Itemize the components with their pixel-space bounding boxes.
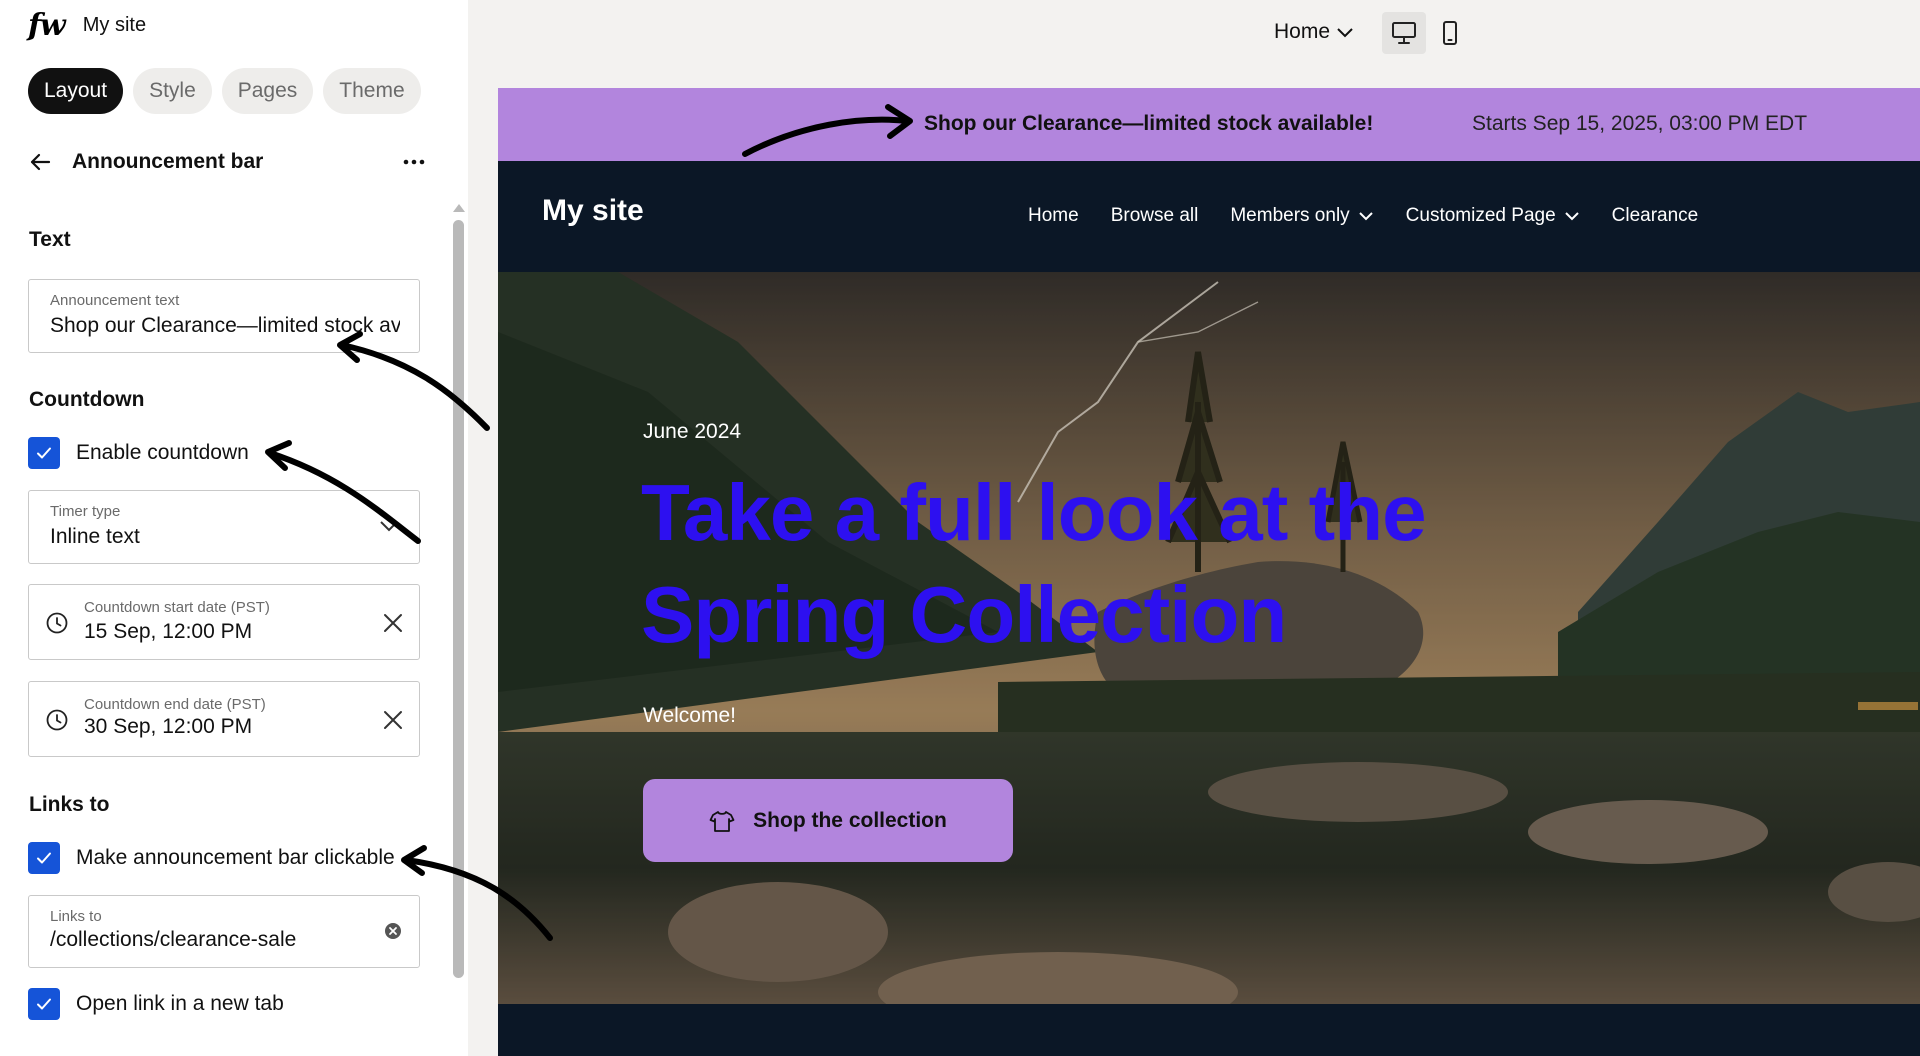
- hero-subtext: Welcome!: [643, 704, 736, 727]
- announcement-text-input[interactable]: Shop our Clearance—limited stock availab…: [50, 314, 400, 338]
- new-tab-row[interactable]: Open link in a new tab: [28, 988, 284, 1020]
- chevron-down-icon: [1337, 28, 1353, 38]
- more-options-icon[interactable]: [400, 148, 428, 176]
- announcement-message: Shop our Clearance—limited stock availab…: [924, 112, 1374, 135]
- chevron-down-icon: [1564, 212, 1579, 221]
- nav-item-customized-page[interactable]: Customized Page: [1406, 205, 1580, 227]
- text-section-title: Text: [29, 228, 71, 251]
- clock-icon: [46, 612, 68, 634]
- announcement-text-label: Announcement text: [50, 292, 180, 309]
- nav-item-clearance[interactable]: Clearance: [1612, 205, 1699, 227]
- timer-type-select[interactable]: Timer type Inline text: [28, 490, 420, 564]
- mobile-icon: [1443, 21, 1457, 45]
- countdown-end-field[interactable]: Countdown end date (PST) 30 Sep, 12:00 P…: [28, 681, 420, 757]
- shop-collection-button[interactable]: Shop the collection: [643, 779, 1013, 862]
- chevron-down-icon: [380, 521, 398, 532]
- tab-layout[interactable]: Layout: [28, 68, 124, 114]
- nav-item-browse-all[interactable]: Browse all: [1111, 205, 1199, 227]
- countdown-end-label: Countdown end date (PST): [84, 696, 266, 713]
- nav-item-label: Clearance: [1611, 205, 1699, 226]
- countdown-start-field[interactable]: Countdown start date (PST) 15 Sep, 12:00…: [28, 584, 420, 660]
- editor-panel: fw My site Layout Style Pages Theme Anno…: [0, 0, 468, 1056]
- page-selector-label: Home: [1274, 20, 1331, 43]
- tab-theme[interactable]: Theme: [323, 68, 421, 114]
- countdown-end-value[interactable]: 30 Sep, 12:00 PM: [84, 715, 252, 739]
- site-logo[interactable]: My site: [542, 194, 644, 228]
- chevron-down-icon: [1358, 212, 1373, 221]
- links-to-input[interactable]: /collections/clearance-sale: [50, 928, 296, 952]
- clickable-checkbox[interactable]: [28, 842, 60, 874]
- countdown-section-title: Countdown: [29, 388, 145, 411]
- nav-item-label: Browse all: [1110, 205, 1199, 226]
- clear-circle-icon[interactable]: [385, 923, 401, 939]
- clear-icon[interactable]: [381, 611, 405, 635]
- checkmark-icon: [37, 998, 51, 1010]
- clickable-row[interactable]: Make announcement bar clickable: [28, 842, 395, 874]
- nav-item-label: Home: [1028, 205, 1079, 226]
- links-to-label: Links to: [50, 908, 102, 925]
- shop-collection-label: Shop the collection: [753, 808, 947, 832]
- site-name[interactable]: My site: [83, 14, 146, 37]
- shirt-icon: [709, 810, 735, 832]
- page-selector[interactable]: Home: [1274, 18, 1354, 46]
- site-preview: Shop our Clearance—limited stock availab…: [498, 88, 1920, 1056]
- section-title: Announcement bar: [72, 150, 264, 173]
- new-tab-label: Open link in a new tab: [76, 992, 284, 1015]
- nav-item-home[interactable]: Home: [1028, 205, 1079, 227]
- enable-countdown-label: Enable countdown: [76, 441, 249, 464]
- new-tab-checkbox[interactable]: [28, 988, 60, 1020]
- links-to-field[interactable]: Links to /collections/clearance-sale: [28, 895, 420, 968]
- clickable-label: Make announcement bar clickable: [76, 846, 395, 869]
- back-arrow-icon[interactable]: [28, 150, 52, 174]
- nav-item-label: Members only: [1230, 205, 1350, 226]
- checkmark-icon: [37, 852, 51, 864]
- announcement-text-field[interactable]: Announcement text Shop our Clearance—lim…: [28, 279, 420, 353]
- editor-tabs: Layout Style Pages Theme: [28, 68, 421, 114]
- checkmark-icon: [37, 447, 51, 459]
- announcement-bar[interactable]: Shop our Clearance—limited stock availab…: [498, 88, 1920, 161]
- section-header: Announcement bar: [28, 146, 428, 178]
- enable-countdown-row[interactable]: Enable countdown: [28, 437, 249, 469]
- tab-pages[interactable]: Pages: [221, 68, 314, 114]
- hero-section: June 2024 Take a full look at the Spring…: [498, 272, 1920, 1004]
- countdown-start-label: Countdown start date (PST): [84, 599, 270, 616]
- brand: fw My site: [28, 8, 146, 43]
- announcement-countdown: Starts Sep 15, 2025, 03:00 PM EDT: [1472, 112, 1808, 135]
- mobile-view-button[interactable]: [1428, 12, 1472, 54]
- site-nav: Home Browse all Members only Customized …: [1028, 205, 1698, 227]
- desktop-icon: [1392, 22, 1416, 44]
- nav-item-label: Customized Page: [1405, 205, 1556, 226]
- countdown-start-value[interactable]: 15 Sep, 12:00 PM: [84, 620, 252, 644]
- fw-logo[interactable]: fw: [28, 8, 66, 43]
- tab-style[interactable]: Style: [133, 68, 212, 114]
- nav-item-members-only[interactable]: Members only: [1230, 205, 1373, 227]
- hero-headline: Take a full look at the Spring Collectio…: [641, 468, 1427, 659]
- enable-countdown-checkbox[interactable]: [28, 437, 60, 469]
- site-header: My site Home Browse all Members only Cus…: [498, 161, 1920, 272]
- timer-type-value: Inline text: [50, 525, 140, 548]
- panel-scrollbar[interactable]: [453, 220, 464, 978]
- clear-icon[interactable]: [381, 708, 405, 732]
- timer-type-label: Timer type: [50, 503, 121, 520]
- scroll-up-arrow[interactable]: [453, 204, 465, 212]
- clock-icon: [46, 709, 68, 731]
- preview-footer-band: [498, 1004, 1920, 1056]
- desktop-view-button[interactable]: [1382, 12, 1426, 54]
- links-section-title: Links to: [29, 793, 110, 816]
- hero-eyebrow: June 2024: [643, 420, 742, 443]
